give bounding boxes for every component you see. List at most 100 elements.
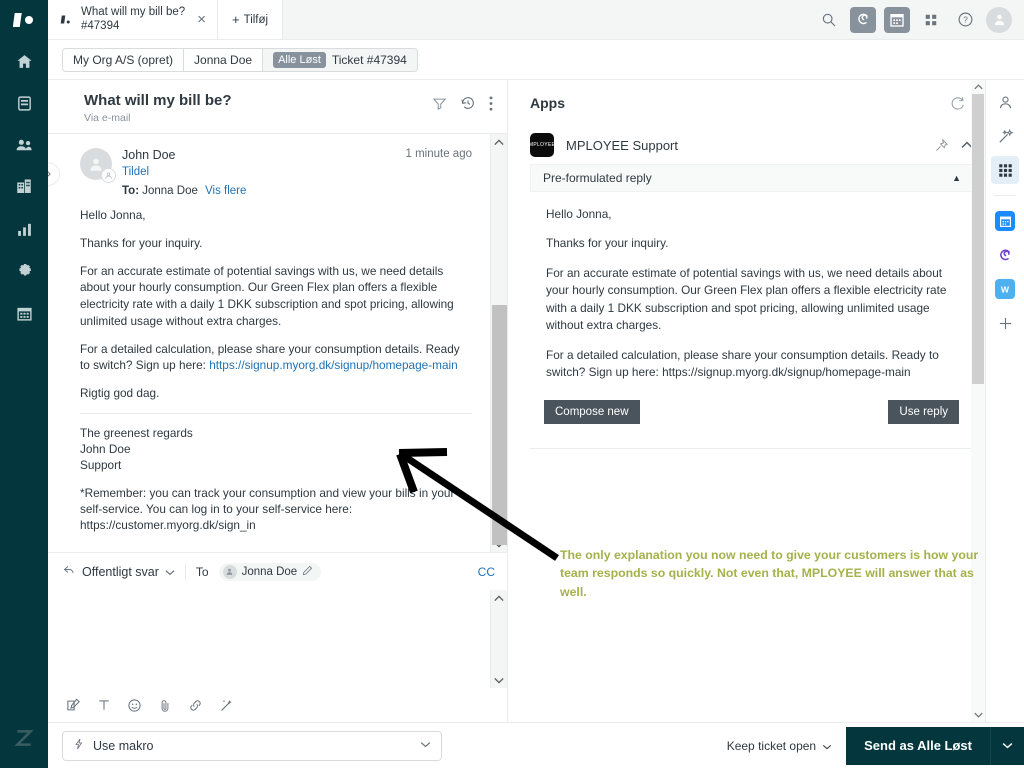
breadcrumb-item-organization[interactable]: My Org A/S (opret) (63, 48, 185, 71)
help-icon[interactable]: ? (952, 7, 978, 33)
search-icon[interactable] (816, 7, 842, 33)
calendar-blue-icon[interactable] (991, 207, 1019, 235)
ticket-title-block: What will my bill be? Via e-mail (84, 92, 432, 124)
ticket-channel: Via e-mail (84, 112, 131, 124)
composer-body (48, 590, 507, 688)
reply-input[interactable] (48, 590, 490, 688)
breadcrumb-item-ticket[interactable]: Alle Løst Ticket #47394 (263, 48, 417, 71)
scroll-down-icon[interactable] (494, 672, 504, 688)
recipient-avatar-icon (222, 564, 237, 579)
scroll-up-icon[interactable] (973, 80, 983, 94)
sidebar-item-calendar[interactable] (0, 292, 48, 334)
scrollbar-track[interactable] (491, 150, 507, 545)
assign-link[interactable]: Tildel (122, 166, 396, 178)
zendesk-agent-workspace: What will my bill be? #47394 × + Tilføj (0, 0, 1024, 768)
scrollbar-track[interactable] (972, 94, 984, 708)
collapse-triangle-icon: ▲ (952, 173, 961, 183)
sidebar-item-reporting[interactable] (0, 208, 48, 250)
app-card-separator (530, 447, 973, 449)
scroll-down-icon[interactable] (973, 708, 983, 722)
cc-button[interactable]: CC (478, 565, 495, 579)
scroll-up-icon[interactable] (494, 134, 504, 150)
text-format-icon[interactable] (97, 698, 111, 712)
emoji-icon[interactable] (127, 698, 142, 713)
apps-scrollbar[interactable] (971, 80, 985, 722)
compose-icon[interactable] (66, 697, 81, 713)
send-button[interactable]: Send as Alle Løst (846, 726, 990, 765)
add-plus-icon[interactable] (991, 309, 1019, 337)
edit-pencil-icon[interactable] (302, 565, 313, 579)
breadcrumb: My Org A/S (opret) Jonna Doe Alle Løst T… (48, 40, 1024, 80)
main-column: What will my bill be? #47394 × + Tilføj (48, 0, 1024, 768)
to-value: Jonna Doe (142, 185, 198, 197)
signature-line-2: John Doe (80, 442, 131, 457)
apps-pane: Apps MPLOYEE MPLOYEE Support Pre-formula… (508, 80, 985, 722)
send-options-chevron-icon[interactable] (990, 726, 1024, 765)
refresh-icon[interactable] (950, 96, 965, 111)
scroll-up-icon[interactable] (494, 590, 504, 606)
attachment-icon[interactable] (158, 698, 172, 713)
signature-block: The greenest regards John Doe Support (80, 425, 472, 474)
spiral-app-icon[interactable] (850, 6, 876, 33)
macro-select[interactable]: Use makro (62, 730, 442, 761)
recipient-name: Jonna Doe (241, 565, 298, 578)
pre-formulated-reply-body: Hello Jonna, Thanks for your inquiry. Fo… (530, 192, 973, 382)
recipient-pill[interactable]: Jonna Doe (218, 562, 322, 581)
word-w-icon[interactable]: W (991, 275, 1019, 303)
message-thanks: Thanks for your inquiry. (80, 235, 203, 250)
scrollbar-thumb[interactable] (972, 94, 984, 384)
link-icon[interactable] (188, 698, 203, 713)
message-header: John Doe Tildel To: Jonna Doe Vis flere … (80, 148, 472, 197)
reply-paragraph-2: For a detailed calculation, please share… (546, 347, 939, 380)
magic-wand-icon[interactable] (219, 698, 234, 713)
signup-link[interactable]: https://signup.myorg.dk/signup/homepage-… (209, 358, 458, 372)
scrollbar-track[interactable] (492, 606, 507, 672)
reply-paragraph-1: For an accurate estimate of potential sa… (546, 265, 947, 333)
signature-line-3: Support (80, 458, 122, 473)
use-reply-button[interactable]: Use reply (888, 399, 959, 424)
mployee-app-icon: MPLOYEE (529, 133, 555, 157)
tab-subtitle: #47394 (81, 19, 120, 32)
keep-ticket-open-select[interactable]: Keep ticket open (727, 739, 832, 753)
scrollbar-thumb[interactable] (491, 305, 507, 545)
conversation-scrollbar[interactable] (490, 134, 507, 552)
message-recipients: To: Jonna Doe Vis flere (122, 185, 396, 197)
spiral-purple-icon[interactable] (991, 241, 1019, 269)
filter-icon[interactable] (432, 96, 447, 111)
history-icon[interactable] (460, 95, 476, 111)
sidebar-item-organizations[interactable] (0, 166, 48, 208)
pin-icon[interactable] (934, 137, 949, 153)
pre-formulated-reply-section[interactable]: Pre-formulated reply ▲ (530, 164, 973, 192)
tab-text: What will my bill be? #47394 (81, 6, 187, 32)
more-options-icon[interactable] (489, 95, 493, 111)
chevron-down-icon (165, 565, 175, 579)
user-profile-icon[interactable] (991, 88, 1019, 116)
close-icon[interactable]: × (194, 11, 209, 28)
channel-selector[interactable]: Offentligt svar (62, 564, 175, 579)
tab-ticket-47394[interactable]: What will my bill be? #47394 × (48, 0, 218, 39)
message-paragraph-2: For a detailed calculation, please share… (80, 341, 472, 375)
topbar-icons: ? (816, 0, 1024, 39)
sidebar-item-customers[interactable] (0, 124, 48, 166)
agent-badge-icon (101, 168, 116, 183)
sidebar-item-home[interactable] (0, 40, 48, 82)
workspace: What will my bill be? Via e-mail John Do… (48, 80, 1024, 722)
conversation-scroll-area[interactable]: John Doe Tildel To: Jonna Doe Vis flere … (48, 134, 507, 552)
composer-scrollbar[interactable] (490, 590, 507, 688)
section-title: Pre-formulated reply (543, 171, 652, 185)
magic-wand-icon[interactable] (991, 122, 1019, 150)
sidebar-item-views[interactable] (0, 82, 48, 124)
add-tab-button[interactable]: + Tilføj (218, 0, 284, 39)
show-more-link[interactable]: Vis flere (205, 185, 246, 197)
svg-text:?: ? (963, 15, 968, 25)
breadcrumb-item-requester[interactable]: Jonna Doe (184, 48, 264, 71)
user-avatar-icon[interactable] (986, 6, 1012, 33)
left-navigation-bar (0, 0, 48, 768)
products-grid-icon[interactable] (918, 7, 944, 33)
zendesk-logo-icon[interactable] (0, 0, 48, 40)
calendar-app-icon[interactable] (884, 6, 910, 33)
breadcrumb-list: My Org A/S (opret) Jonna Doe Alle Løst T… (62, 47, 418, 72)
compose-new-button[interactable]: Compose new (544, 399, 640, 424)
sidebar-item-admin[interactable] (0, 250, 48, 292)
apps-grid-icon[interactable] (991, 156, 1019, 184)
